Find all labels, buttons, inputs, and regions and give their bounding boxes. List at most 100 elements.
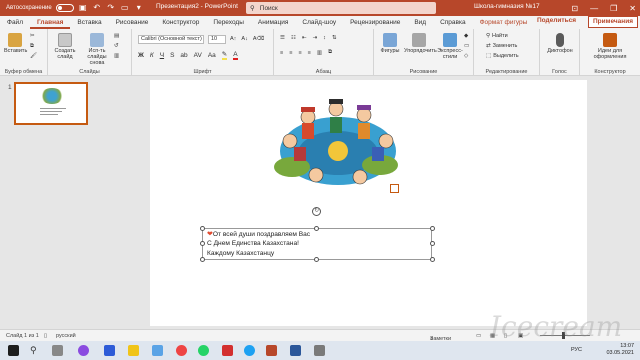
resize-handle[interactable]: [430, 226, 435, 231]
arrange-button[interactable]: Упорядочить: [404, 33, 437, 54]
app-icon[interactable]: [104, 345, 115, 356]
font-name-select[interactable]: Calibri (Основной текст): [138, 35, 204, 44]
tab-home[interactable]: Главная: [29, 16, 71, 29]
justify-icon[interactable]: ≡: [308, 50, 311, 56]
smartart-icon[interactable]: ⧉: [328, 49, 332, 56]
slideshow-icon[interactable]: ▭: [120, 3, 130, 13]
tab-slideshow[interactable]: Слайд-шоу: [295, 16, 343, 29]
customize-icon[interactable]: ▾: [134, 3, 144, 13]
greeting-textbox[interactable]: ❤От всей души поздравляем Вас С Днем Еди…: [202, 228, 432, 260]
format-painter-icon[interactable]: 🖌: [30, 53, 37, 59]
share-button[interactable]: Поделиться: [537, 17, 576, 24]
font-size-select[interactable]: 10: [208, 35, 226, 44]
tab-file[interactable]: Файл: [0, 16, 30, 29]
resize-handle[interactable]: [200, 241, 205, 246]
tab-review[interactable]: Рецензирование: [343, 16, 407, 29]
shape-effects-icon[interactable]: ◇: [464, 53, 468, 59]
resize-handle[interactable]: [200, 257, 205, 262]
case-icon[interactable]: Aa: [208, 52, 216, 59]
pdf-icon[interactable]: [222, 345, 233, 356]
underline-icon[interactable]: Ч: [160, 52, 164, 59]
layout-icon[interactable]: ▤: [114, 33, 119, 39]
yandex-icon[interactable]: [176, 345, 187, 356]
account-name[interactable]: Школа-гимназия №17: [474, 3, 540, 10]
powerpoint-icon[interactable]: [266, 345, 277, 356]
tab-help[interactable]: Справка: [433, 16, 473, 29]
italic-icon[interactable]: К: [150, 52, 154, 59]
resize-handle[interactable]: [314, 257, 319, 262]
decrease-indent-icon[interactable]: ⇤: [302, 35, 307, 41]
clear-format-icon[interactable]: A⌫: [253, 36, 264, 42]
rotation-handle[interactable]: ↻: [312, 207, 321, 216]
section-icon[interactable]: ▥: [114, 53, 119, 59]
file-explorer-icon[interactable]: [128, 345, 139, 356]
unity-illustration[interactable]: [272, 95, 404, 195]
mail-icon[interactable]: [152, 345, 163, 356]
reuse-slides-button[interactable]: Исп-ть слайды снова: [82, 33, 112, 66]
language-status[interactable]: русский: [56, 333, 76, 339]
browser-icon[interactable]: [78, 345, 89, 356]
task-view-icon[interactable]: [52, 345, 63, 356]
increase-indent-icon[interactable]: ⇥: [312, 35, 317, 41]
cut-icon[interactable]: ✂: [30, 33, 35, 39]
resize-handle[interactable]: [430, 257, 435, 262]
recorder-icon[interactable]: [314, 345, 325, 356]
slide-thumbnail[interactable]: [14, 82, 88, 125]
tab-view[interactable]: Вид: [407, 16, 433, 29]
new-slide-button[interactable]: Создать слайд: [52, 33, 78, 60]
paste-button[interactable]: Вставить: [4, 33, 27, 54]
tab-insert[interactable]: Вставка: [70, 16, 108, 29]
save-icon[interactable]: ▣: [78, 3, 88, 13]
system-tray[interactable]: 13:07 03.05.2021: [606, 343, 634, 357]
redo-icon[interactable]: ↷: [106, 3, 116, 13]
maximize-icon[interactable]: ❐: [610, 4, 617, 13]
dictate-button[interactable]: Диктофон: [544, 33, 576, 54]
quick-styles-button[interactable]: Экспресс-стили: [436, 33, 464, 60]
minimize-icon[interactable]: —: [590, 4, 598, 13]
select-button[interactable]: ⬚ Выделить: [486, 53, 519, 59]
telegram-icon[interactable]: [244, 345, 255, 356]
shapes-button[interactable]: Фигуры: [378, 33, 402, 54]
line-spacing-icon[interactable]: ↕: [323, 35, 326, 41]
shrink-font-icon[interactable]: A↓: [241, 36, 247, 42]
comments-button[interactable]: Примечания: [588, 16, 639, 28]
highlight-icon[interactable]: ✎: [221, 50, 228, 60]
search-icon[interactable]: ⚲: [30, 345, 41, 356]
resize-handle[interactable]: [314, 226, 319, 231]
shadow-icon[interactable]: S: [170, 52, 174, 59]
shape-fill-icon[interactable]: ◆: [464, 33, 468, 39]
strikethrough-icon[interactable]: ab: [180, 52, 187, 59]
numbering-icon[interactable]: ☷: [291, 35, 296, 41]
spellcheck-icon[interactable]: ▯: [44, 333, 47, 339]
grow-font-icon[interactable]: A↑: [230, 36, 236, 42]
resize-handle[interactable]: [200, 226, 205, 231]
spacing-icon[interactable]: AV: [194, 52, 202, 59]
tab-shape-format[interactable]: Формат фигуры: [473, 16, 535, 29]
align-left-icon[interactable]: ≡: [280, 50, 283, 56]
normal-view-icon[interactable]: ▭: [476, 333, 481, 339]
autosave-toggle[interactable]: [55, 4, 74, 12]
bold-icon[interactable]: Ж: [138, 52, 144, 59]
text-direction-icon[interactable]: ⇅: [332, 35, 337, 41]
tab-design[interactable]: Конструктор: [155, 16, 206, 29]
close-icon[interactable]: ✕: [629, 4, 636, 13]
design-ideas-button[interactable]: Идеи для оформления: [586, 33, 634, 60]
keyboard-language[interactable]: РУС: [571, 347, 582, 353]
shape-outline-icon[interactable]: ▭: [464, 43, 469, 49]
replace-button[interactable]: ⇄ Заменить: [486, 43, 517, 49]
align-center-icon[interactable]: ≡: [289, 50, 292, 56]
search-input[interactable]: ⚲ Поиск: [246, 2, 436, 14]
tab-transitions[interactable]: Переходы: [206, 16, 251, 29]
word-icon[interactable]: [290, 345, 301, 356]
reset-icon[interactable]: ↺: [114, 43, 119, 49]
tab-draw[interactable]: Рисование: [109, 16, 156, 29]
ribbon-display-icon[interactable]: ⊡: [571, 4, 578, 13]
align-right-icon[interactable]: ≡: [298, 50, 301, 56]
copy-icon[interactable]: ⧉: [30, 43, 34, 50]
whatsapp-icon[interactable]: [198, 345, 209, 356]
resize-handle[interactable]: [430, 241, 435, 246]
bullets-icon[interactable]: ☰: [280, 35, 285, 41]
columns-icon[interactable]: ▥: [317, 50, 322, 56]
undo-icon[interactable]: ↶: [92, 3, 102, 13]
tab-animations[interactable]: Анимация: [251, 16, 296, 29]
